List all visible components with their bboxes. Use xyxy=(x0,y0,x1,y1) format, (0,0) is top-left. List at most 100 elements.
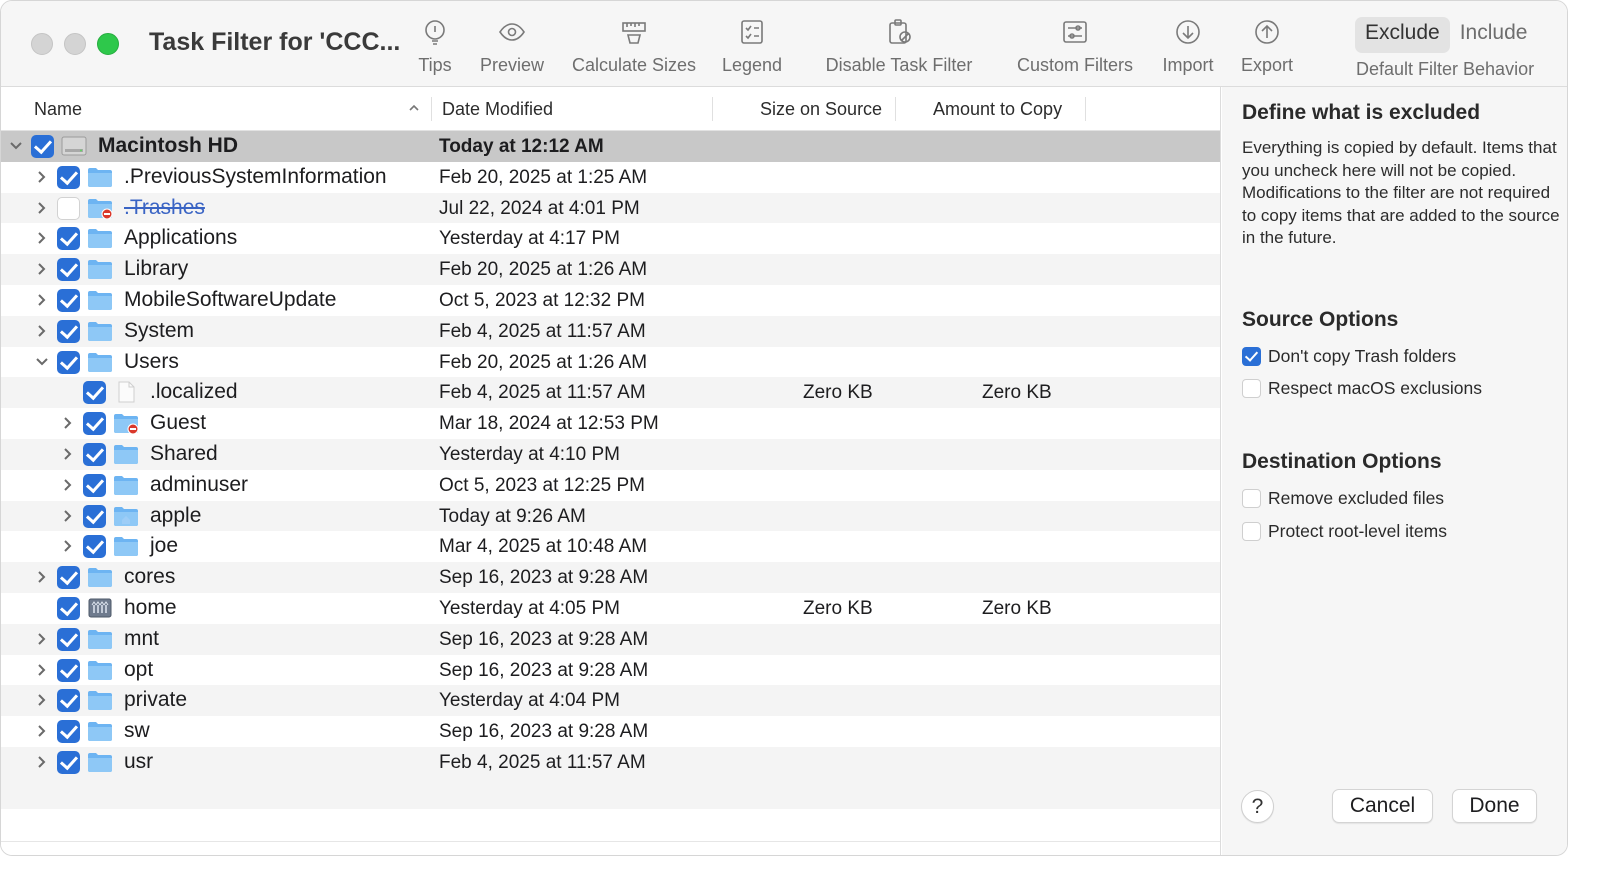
table-row[interactable]: .localized Feb 4, 2025 at 11:57 AM Zero KB… xyxy=(1,377,1220,409)
include-checkbox[interactable] xyxy=(57,258,80,282)
chevron-right-icon[interactable] xyxy=(35,292,49,308)
done-button[interactable]: Done xyxy=(1452,789,1537,823)
dont-copy-trash-checkbox[interactable] xyxy=(1242,346,1261,366)
respect-macos-exclusions-option[interactable]: Respect macOS exclusions xyxy=(1242,376,1482,400)
custom-filters-button[interactable]: Custom Filters xyxy=(1013,17,1137,81)
import-button[interactable]: Import xyxy=(1158,17,1218,81)
chevron-right-icon[interactable] xyxy=(35,169,49,185)
calculate-sizes-button[interactable]: Calculate Sizes xyxy=(568,17,700,81)
folder-icon xyxy=(87,166,113,188)
chevron-right-icon[interactable] xyxy=(35,662,49,678)
table-row[interactable]: Shared Yesterday at 4:10 PM xyxy=(1,438,1220,470)
chevron-right-icon[interactable] xyxy=(35,569,49,585)
chevron-right-icon[interactable] xyxy=(61,415,75,431)
table-row[interactable]: MobileSoftwareUpdate Oct 5, 2023 at 12:32… xyxy=(1,285,1220,316)
table-row[interactable]: Library Feb 20, 2025 at 1:26 AM xyxy=(1,254,1220,285)
table-row[interactable]: .Trashes Jul 22, 2024 at 4:01 PM xyxy=(1,192,1220,224)
include-checkbox[interactable] xyxy=(57,627,80,651)
cancel-button[interactable]: Cancel xyxy=(1332,789,1433,823)
tips-button[interactable]: Tips xyxy=(415,17,455,81)
chevron-right-icon[interactable] xyxy=(35,323,49,339)
chevron-right-icon[interactable] xyxy=(35,723,49,739)
zoom-window-button[interactable] xyxy=(97,33,119,55)
table-row[interactable]: home Yesterday at 4:05 PM Zero KB Zero KB xyxy=(1,593,1220,624)
include-checkbox[interactable] xyxy=(57,319,80,343)
chevron-down-icon[interactable] xyxy=(35,354,49,370)
table-row[interactable]: Macintosh HD Today at 12:12 AM xyxy=(1,131,1220,162)
column-header-amount-to-copy[interactable]: Amount to Copy xyxy=(933,99,1062,120)
include-checkbox[interactable] xyxy=(57,350,80,374)
table-row[interactable]: apple Today at 9:26 AM xyxy=(1,500,1220,532)
remove-excluded-files-checkbox[interactable] xyxy=(1242,488,1261,508)
include-checkbox[interactable] xyxy=(57,689,80,713)
exclude-segment[interactable]: Exclude xyxy=(1355,17,1450,53)
include-checkbox[interactable] xyxy=(57,658,80,682)
include-checkbox[interactable] xyxy=(57,596,80,620)
disable-task-filter-button[interactable]: Disable Task Filter xyxy=(820,17,978,81)
respect-macos-exclusions-checkbox[interactable] xyxy=(1242,378,1261,398)
preview-button[interactable]: Preview xyxy=(477,17,547,81)
column-header-date-modified[interactable]: Date Modified xyxy=(442,99,553,120)
chevron-right-icon[interactable] xyxy=(35,200,49,216)
remove-excluded-files-option[interactable]: Remove excluded files xyxy=(1242,486,1444,510)
table-row[interactable]: Guest Mar 18, 2024 at 12:53 PM xyxy=(1,408,1220,439)
include-checkbox[interactable] xyxy=(57,165,80,189)
chevron-right-icon[interactable] xyxy=(35,261,49,277)
panel-heading: Define what is excluded xyxy=(1242,101,1481,124)
item-date-modified: Yesterday at 4:10 PM xyxy=(439,443,620,465)
item-date-modified: Feb 4, 2025 at 11:57 AM xyxy=(439,751,646,773)
table-row[interactable]: sw Sep 16, 2023 at 9:28 AM xyxy=(1,716,1220,747)
include-checkbox[interactable] xyxy=(57,750,80,774)
server-icon xyxy=(87,597,113,619)
table-row[interactable]: .PreviousSystemInformation Feb 20, 2025 a… xyxy=(1,162,1220,193)
item-name: Library xyxy=(124,257,189,281)
column-header-size-on-source[interactable]: Size on Source xyxy=(760,99,882,120)
table-row[interactable]: usr Feb 4, 2025 at 11:57 AM xyxy=(1,746,1220,778)
protect-root-level-items-option[interactable]: Protect root-level items xyxy=(1242,519,1447,543)
filter-info-panel: Define what is excluded Everything is co… xyxy=(1222,87,1567,855)
chevron-right-icon[interactable] xyxy=(35,692,49,708)
table-row[interactable]: System Feb 4, 2025 at 11:57 AM xyxy=(1,315,1220,347)
protect-root-level-items-checkbox[interactable] xyxy=(1242,521,1261,541)
item-name: Applications xyxy=(124,226,238,250)
column-header-name[interactable]: Name xyxy=(34,99,82,120)
include-checkbox[interactable] xyxy=(83,535,106,559)
table-row[interactable]: cores Sep 16, 2023 at 9:28 AM xyxy=(1,562,1220,593)
chevron-right-icon[interactable] xyxy=(35,631,49,647)
chevron-down-icon[interactable] xyxy=(9,138,23,154)
close-window-button[interactable] xyxy=(31,33,53,55)
legend-button[interactable]: Legend xyxy=(719,17,785,81)
chevron-right-icon[interactable] xyxy=(61,538,75,554)
column-divider xyxy=(895,97,896,121)
export-button[interactable]: Export xyxy=(1237,17,1297,81)
table-row[interactable]: adminuser Oct 5, 2023 at 12:25 PM xyxy=(1,470,1220,501)
include-checkbox[interactable] xyxy=(57,288,80,312)
chevron-right-icon[interactable] xyxy=(61,477,75,493)
chevron-right-icon[interactable] xyxy=(35,754,49,770)
include-checkbox[interactable] xyxy=(57,227,80,251)
include-checkbox[interactable] xyxy=(31,135,54,158)
include-checkbox[interactable] xyxy=(83,473,106,497)
chevron-right-icon[interactable] xyxy=(61,446,75,462)
item-name: joe xyxy=(150,534,179,558)
dont-copy-trash-option[interactable]: Don't copy Trash folders xyxy=(1242,344,1456,368)
include-checkbox[interactable] xyxy=(57,196,80,220)
chevron-right-icon[interactable] xyxy=(61,508,75,524)
table-row[interactable]: private Yesterday at 4:04 PM xyxy=(1,685,1220,717)
include-checkbox[interactable] xyxy=(57,720,80,744)
table-row[interactable]: joe Mar 4, 2025 at 10:48 AM xyxy=(1,531,1220,562)
include-checkbox[interactable] xyxy=(83,412,106,436)
table-row[interactable]: opt Sep 16, 2023 at 9:28 AM xyxy=(1,655,1220,686)
table-row[interactable]: Applications Yesterday at 4:17 PM xyxy=(1,223,1220,254)
chevron-right-icon[interactable] xyxy=(35,230,49,246)
minimize-window-button[interactable] xyxy=(64,33,86,55)
help-button[interactable]: ? xyxy=(1241,790,1274,823)
include-checkbox[interactable] xyxy=(83,442,106,466)
include-checkbox[interactable] xyxy=(83,381,106,405)
include-checkbox[interactable] xyxy=(57,566,80,590)
table-row[interactable]: mnt Sep 16, 2023 at 9:28 AM xyxy=(1,623,1220,655)
include-checkbox[interactable] xyxy=(83,504,106,528)
table-row[interactable]: Users Feb 20, 2025 at 1:26 AM xyxy=(1,347,1220,378)
item-name: cores xyxy=(124,565,176,589)
include-segment[interactable]: Include xyxy=(1450,17,1538,53)
